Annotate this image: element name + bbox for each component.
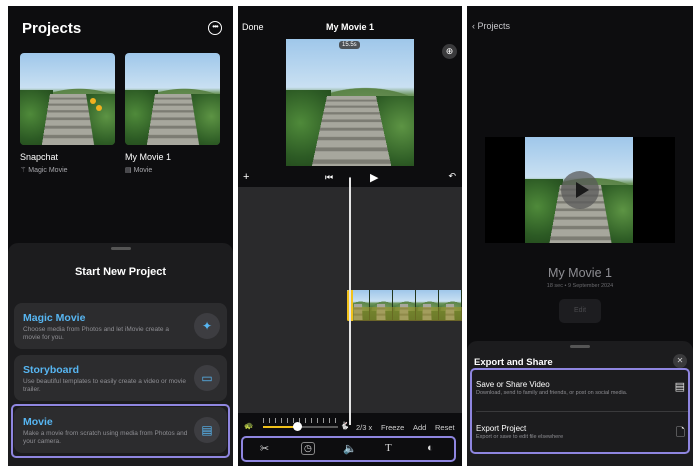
clip-selection-overlay — [347, 307, 462, 321]
add-media-icon[interactable]: + — [243, 171, 249, 183]
undo-icon[interactable]: ↶ — [448, 171, 456, 182]
edit-button[interactable]: Edit — [559, 299, 601, 323]
projects-screen: Projects ••• Snapchat ⚚ Magic Movie My M… — [8, 6, 233, 466]
highlight-export-options — [470, 368, 690, 454]
project-detail-screen: ‹ Projects My Movie 1 18 sec • 9 Septemb… — [467, 6, 693, 466]
project-name: Snapchat — [20, 152, 59, 162]
play-icon[interactable] — [561, 171, 599, 209]
project-thumbnail — [20, 53, 115, 145]
film-icon: ▤ — [125, 167, 132, 174]
magic-wand-icon: ✦ — [194, 313, 220, 339]
option-description: Use beautiful templates to easily create… — [23, 378, 186, 393]
sheet-grabber[interactable] — [110, 247, 131, 250]
sheet-title: Export and Share — [474, 357, 553, 368]
speed-slider-knob[interactable] — [293, 422, 302, 431]
video-preview[interactable]: 15.5s — [286, 39, 414, 166]
movie-editor-screen: Done My Movie 1 15.5s ⊕ + ⏮ ▶ ↶ 🐢 🐇 2/3 … — [238, 6, 462, 466]
freeze-button[interactable]: Freeze — [381, 423, 404, 432]
project-type: ⚚ Magic Movie — [20, 167, 68, 174]
movie-preview[interactable] — [485, 137, 675, 243]
close-icon[interactable]: ✕ — [673, 354, 687, 368]
project-card-my-movie-1[interactable]: My Movie 1 ▤ Movie — [125, 53, 220, 174]
magic-wand-icon: ⚚ — [20, 167, 27, 174]
project-type: ▤ Movie — [125, 167, 153, 174]
chevron-left-icon: ‹ — [472, 21, 475, 31]
ellipsis-circle-icon[interactable]: ••• — [208, 21, 222, 35]
option-magic-movie[interactable]: Magic Movie Choose media from Photos and… — [14, 303, 227, 349]
sheet-grabber[interactable] — [570, 345, 590, 348]
highlight-movie-option — [11, 404, 230, 458]
movie-meta: 18 sec • 9 September 2024 — [546, 283, 614, 289]
speed-label: 2/3 x — [356, 423, 373, 432]
tortoise-icon: 🐢 — [244, 421, 254, 430]
playhead-marker — [344, 171, 356, 178]
movie-title: My Movie 1 — [548, 266, 612, 280]
zoom-icon[interactable]: ⊕ — [442, 44, 457, 59]
highlight-toolbar — [241, 436, 456, 462]
add-button[interactable]: Add — [413, 423, 426, 432]
project-thumbnail — [125, 53, 220, 145]
option-description: Choose media from Photos and let iMovie … — [23, 326, 169, 341]
duration-badge: 15.5s — [339, 41, 360, 49]
back-button[interactable]: ‹ Projects — [472, 21, 510, 31]
option-title: Magic Movie — [23, 312, 86, 324]
storyboard-icon: ▭ — [194, 365, 220, 391]
page-title: My Movie 1 — [325, 22, 374, 32]
playhead[interactable] — [349, 175, 351, 425]
option-storyboard[interactable]: Storyboard Use beautiful templates to ea… — [14, 355, 227, 401]
page-title: Projects — [22, 20, 82, 37]
project-name: My Movie 1 — [125, 152, 172, 162]
project-card-snapchat[interactable]: Snapchat ⚚ Magic Movie — [20, 53, 115, 174]
speed-controls: 🐢 🐇 2/3 x Freeze Add Reset — [238, 415, 462, 437]
skip-back-icon[interactable]: ⏮ — [325, 172, 333, 183]
sheet-title: Start New Project — [74, 266, 167, 278]
speed-slider-fill — [263, 426, 297, 428]
play-icon[interactable]: ▶ — [370, 171, 378, 184]
reset-button[interactable]: Reset — [435, 423, 455, 432]
hare-icon: 🐇 — [340, 421, 350, 430]
option-title: Storyboard — [23, 364, 80, 376]
